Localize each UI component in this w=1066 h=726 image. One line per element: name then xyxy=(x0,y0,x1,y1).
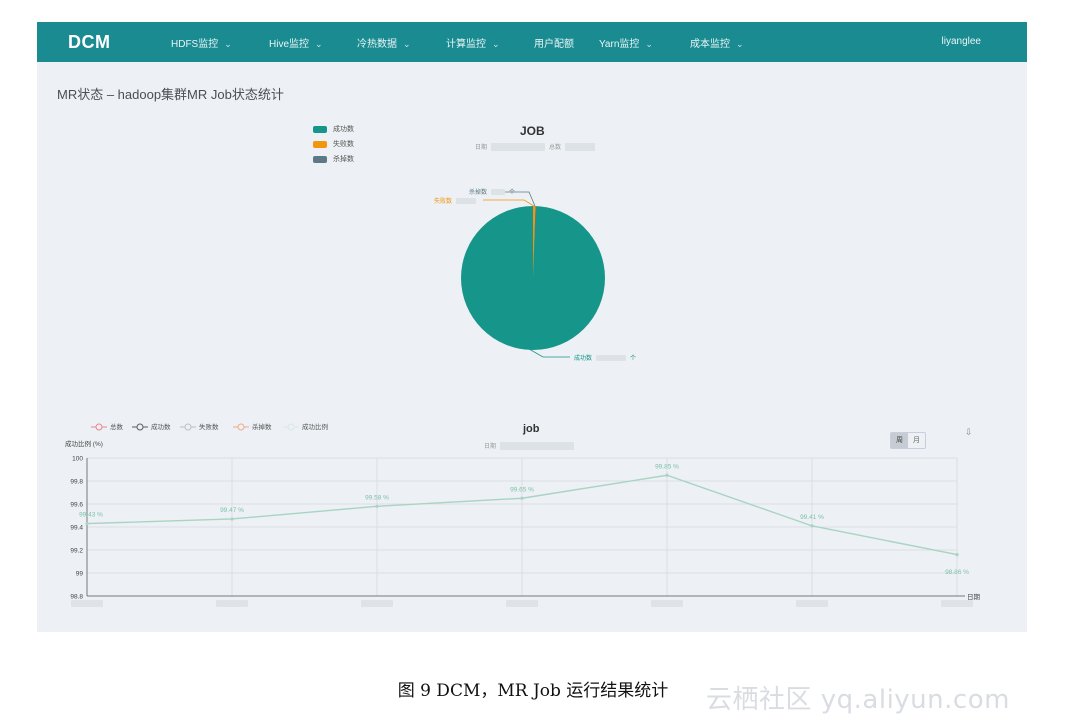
data-point xyxy=(810,524,814,528)
data-label: 99.58 % xyxy=(365,494,389,501)
data-point xyxy=(230,517,234,521)
x-tick-label-redacted xyxy=(71,600,103,607)
y-axis-title: 成功比例 (%) xyxy=(65,439,103,448)
data-point xyxy=(520,496,524,500)
data-label: 99.85 % xyxy=(655,463,679,470)
y-tick-label: 99.4 xyxy=(70,525,83,532)
x-tick-label-redacted xyxy=(651,600,683,607)
data-point xyxy=(375,504,379,508)
y-tick-label: 99.8 xyxy=(70,479,83,486)
line-chart: 100 99.8 99.6 99.4 99.2 99 98.8 成功比例 (%) 日期 99.43… xyxy=(65,439,981,607)
y-tick-label: 100 xyxy=(72,456,83,463)
x-axis-title: 日期 xyxy=(967,593,981,601)
x-tick-label-redacted xyxy=(361,600,393,607)
data-label: 98.86 % xyxy=(945,569,969,576)
data-label: 99.47 % xyxy=(220,507,244,514)
y-tick-label: 99 xyxy=(76,571,84,578)
x-tick-label-redacted xyxy=(941,600,973,607)
data-point xyxy=(665,473,669,477)
x-tick-label-redacted xyxy=(216,600,248,607)
data-point xyxy=(955,553,959,557)
x-tick-label-redacted xyxy=(506,600,538,607)
data-label: 99.43 % xyxy=(79,512,103,519)
app-window: DCM HDFS监控 ⌄ Hive监控 ⌄ 冷热数据 ⌄ 计算监控 ⌄ 用户配额 Yar… xyxy=(37,22,1027,632)
data-point xyxy=(85,521,89,526)
y-tick-label: 98.8 xyxy=(70,594,83,601)
data-label: 99.65 % xyxy=(510,486,534,493)
x-tick-label-redacted xyxy=(796,600,828,607)
y-tick-label: 99.2 xyxy=(70,548,83,555)
y-tick-label: 99.6 xyxy=(70,502,83,509)
data-label: 99.41 % xyxy=(800,514,824,521)
watermark: 云栖社区 yq.aliyun.com xyxy=(706,685,1010,715)
